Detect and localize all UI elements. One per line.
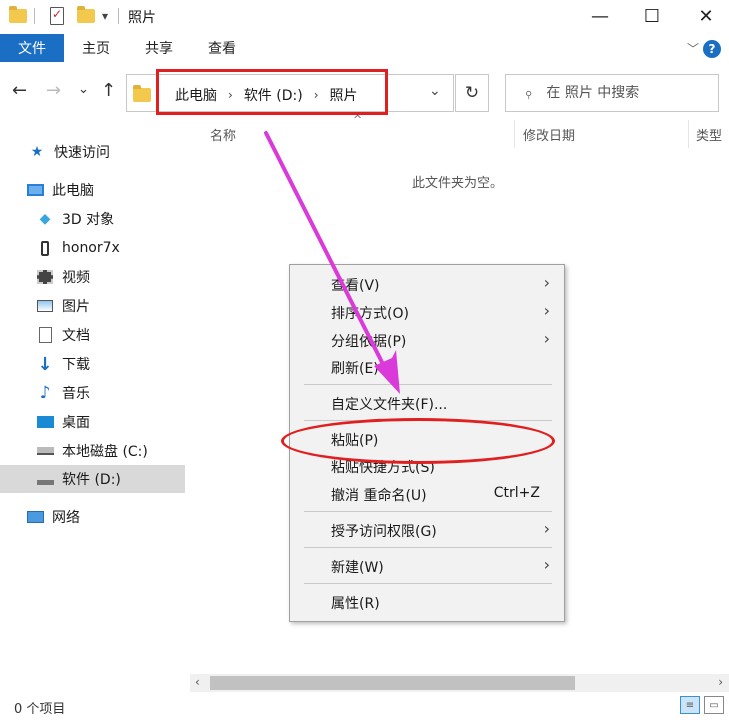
horizontal-scrollbar[interactable]: ‹ › [190, 674, 729, 692]
details-view-button[interactable]: ≡ [680, 696, 700, 714]
status-item-count: 0 个项目 [14, 702, 66, 717]
scrollbar-thumb[interactable] [210, 676, 575, 690]
large-icons-view-button[interactable]: ▭ [704, 696, 724, 714]
scroll-right-icon[interactable]: › [718, 675, 723, 689]
scroll-left-icon[interactable]: ‹ [195, 675, 200, 689]
pointer-arrow-annotation [264, 131, 400, 394]
arrow-shaft [264, 131, 394, 384]
